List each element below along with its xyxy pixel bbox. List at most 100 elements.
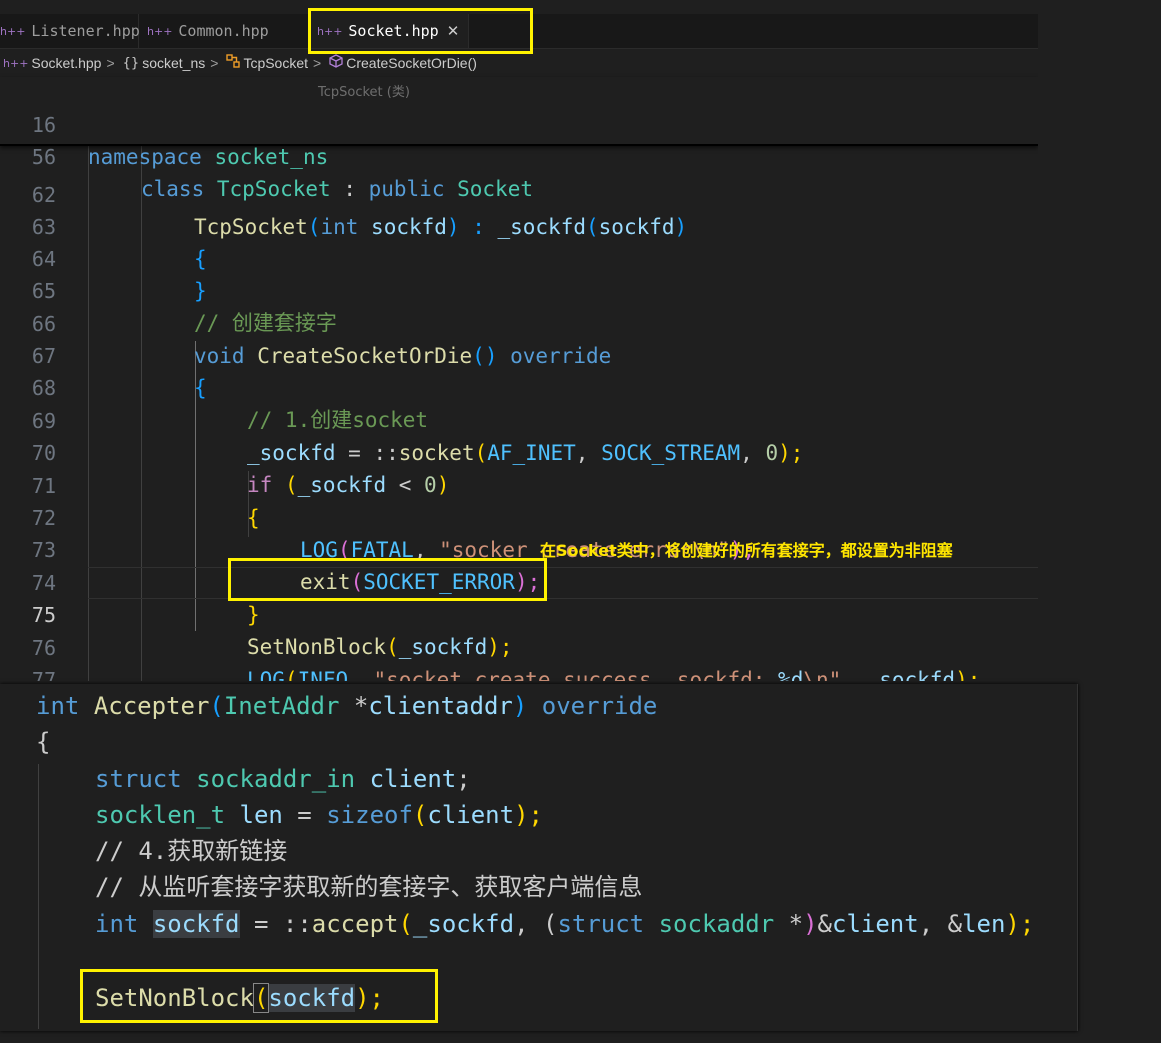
code-token: sockaddr_in <box>196 765 356 793</box>
code-line-69[interactable]: 69 _sockfd = ::socket(AF_INET, SOCK_STRE… <box>0 373 1038 465</box>
breadcrumb-method[interactable]: CreateSocketOrDie() <box>346 55 477 71</box>
indent-guide <box>38 764 39 1029</box>
code-token: sockfd <box>152 910 240 938</box>
code-token: = :: <box>239 910 312 938</box>
code-line-struct-client[interactable]: struct sockaddr_in client; <box>95 761 471 797</box>
code-token: Accepter <box>93 692 210 720</box>
highlight-box-setnonblock-accept <box>80 969 438 1023</box>
cpp-header-icon: h++ <box>0 24 26 38</box>
method-icon <box>329 54 343 72</box>
code-token: InetAddr <box>223 692 340 720</box>
code-line-73[interactable]: 73 exit(SOCKET_ERROR); <box>0 502 1038 594</box>
code-token: , ( <box>514 910 558 938</box>
code-token: socklen_t <box>95 801 226 829</box>
sticky-scroll-header[interactable]: 16 namespace socket_ns TcpSocket (类) 56 … <box>0 77 1038 201</box>
code-token: , & <box>918 910 963 938</box>
code-token: Socket <box>457 177 533 201</box>
chevron-right-icon: > <box>210 55 219 71</box>
code-line-66[interactable]: 66 void CreateSocketOrDie() override <box>0 276 1038 368</box>
code-line-70[interactable]: 70 if (_sockfd < 0) <box>0 405 1038 497</box>
code-token: & <box>817 910 832 938</box>
code-token: sockaddr <box>658 910 775 938</box>
sticky-line-56[interactable]: 56 class TcpSocket : public Socket <box>0 109 1038 201</box>
breadcrumb-class[interactable]: TcpSocket <box>243 55 308 71</box>
code-token: struct <box>95 765 182 793</box>
code-token: ); <box>1005 910 1035 938</box>
code-token: ; <box>456 765 471 793</box>
code-token: namespace <box>88 145 202 169</box>
code-token: = <box>282 801 327 829</box>
code-token: public <box>368 177 445 201</box>
editor-bottom-panel: int Accepter(InetAddr *clientaddr) overr… <box>0 684 1078 1031</box>
code-token: socket_ns <box>214 145 329 169</box>
code-token: sizeof <box>326 801 413 829</box>
code-line-68[interactable]: 68 // 1.创建socket <box>0 340 1038 432</box>
code-token: class <box>141 177 205 201</box>
code-token: override <box>541 692 658 720</box>
cpp-header-icon: h++ <box>3 56 29 70</box>
code-token: : <box>330 177 369 201</box>
code-line-accepter[interactable]: int Accepter(InetAddr *clientaddr) overr… <box>36 688 657 724</box>
code-line-accept[interactable]: int sockfd = ::accept(_sockfd, (struct s… <box>95 906 1034 942</box>
class-icon <box>226 54 241 72</box>
hover-hint: TcpSocket (类) <box>318 85 410 100</box>
code-token: clientaddr <box>368 692 513 720</box>
code-token: TcpSocket <box>216 177 331 201</box>
chevron-right-icon: > <box>313 55 322 71</box>
code-token: ); <box>514 801 543 829</box>
code-token: len <box>962 910 1006 938</box>
highlight-box-setnonblock <box>228 558 547 601</box>
cpp-header-icon: h++ <box>147 24 173 38</box>
tab-label: Listener.hpp <box>31 22 140 40</box>
tab-listener[interactable]: h++ Listener.hpp <box>0 14 140 48</box>
code-line-72[interactable]: 72 LOG(FATAL, "socker create error\n"); <box>0 470 1038 562</box>
tab-label: Common.hpp <box>178 22 269 40</box>
highlight-box-tab <box>308 8 533 54</box>
sticky-line-16[interactable]: 16 namespace socket_ns TcpSocket (类) <box>0 77 1038 169</box>
code-token: struct <box>557 910 645 938</box>
code-line-78[interactable]: 78 <box>0 664 1038 681</box>
code-token: ) <box>512 692 528 720</box>
breadcrumb-file[interactable]: Socket.hpp <box>31 55 101 71</box>
code-line-77[interactable]: 77 } <box>0 632 1038 681</box>
code-comment[interactable]: // 4.获取新链接 <box>95 833 287 869</box>
code-token: int <box>36 692 80 720</box>
code-token: accept <box>311 910 399 938</box>
code-token: ( <box>209 692 224 720</box>
code-line-65[interactable]: 65 // 创建套接字 <box>0 243 1038 335</box>
code-line-67[interactable]: 67 { <box>0 308 1038 400</box>
code-token: _sockfd <box>412 910 515 938</box>
chevron-right-icon: > <box>106 55 115 71</box>
code-token: ) <box>803 910 818 938</box>
tab-common[interactable]: h++ Common.hpp <box>139 14 309 48</box>
annotation-note: 在Socket类中，将创建好的所有套接字，都设置为非阻塞 <box>540 541 953 560</box>
code-token: client <box>832 910 919 938</box>
code-token: ( <box>398 910 413 938</box>
code-token: ( <box>412 801 428 829</box>
code-line-socklen[interactable]: socklen_t len = sizeof(client); <box>95 797 543 833</box>
code-token: * <box>774 910 804 938</box>
code-line-76[interactable]: 76 LOG(INFO, "socket create success, soc… <box>0 600 1038 681</box>
code-token: client <box>427 801 515 829</box>
code-line-64[interactable]: 64 } <box>0 211 1038 303</box>
breadcrumb-namespace[interactable]: socket_ns <box>142 55 205 71</box>
editor-top-panel: h++ Listener.hpp h++ Common.hpp h++ Sock… <box>0 0 1038 681</box>
code-token: client <box>369 765 457 793</box>
code-comment[interactable]: // 从监听套接字获取新的套接字、获取客户端信息 <box>95 869 642 905</box>
code-token: len <box>239 801 283 829</box>
line-number: 56 <box>31 145 56 169</box>
code-token: * <box>339 692 369 720</box>
code-line-brace[interactable]: { <box>36 724 50 760</box>
code-line-71[interactable]: 71 { <box>0 438 1038 530</box>
code-token: int <box>95 910 139 938</box>
